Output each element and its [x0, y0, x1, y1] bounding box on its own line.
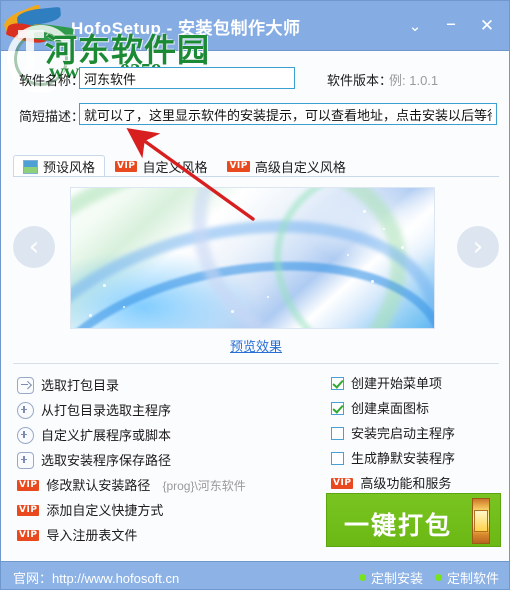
close-icon[interactable]: ✕ [471, 13, 503, 39]
option-select-package-dir[interactable]: 选取打包目录 [17, 373, 307, 398]
option-label: 生成静默安装程序 [351, 451, 456, 466]
style-tabs: 预设风格 VIP 自定义风格 VIP 高级自定义风格 [13, 153, 356, 177]
folder-arrow-icon [17, 377, 34, 394]
software-name-row: 软件名称： 软件版本： 例: 1.0.1 [1, 67, 509, 91]
circle-plus-icon [17, 427, 34, 444]
option-label: 自定义扩展程序或脚本 [41, 428, 172, 443]
minimize-icon[interactable]: – [435, 10, 467, 43]
preset-style-icon [23, 159, 38, 174]
status-bar: 官网：http://www.hofosoft.cn 定制安装 定制软件 [1, 561, 509, 589]
title-bar: HofoSetup - 安装包制作大师 ⌄ – ✕ [1, 1, 509, 51]
application-window: HofoSetup - 安装包制作大师 ⌄ – ✕ 河东软件园 www.pc03… [0, 0, 510, 590]
option-import-registry-file[interactable]: VIP 导入注册表文件 [17, 523, 307, 548]
green-dot-icon [435, 574, 442, 581]
default-install-path-value: {prog}\河东软件 [162, 479, 246, 493]
tab-divider [13, 176, 499, 177]
vip-badge-icon: VIP [227, 161, 250, 172]
packaging-options-list: 选取打包目录 从打包目录选取主程序 自定义扩展程序或脚本 选取安装程序保存路径 … [17, 373, 307, 548]
section-divider [13, 363, 499, 364]
option-label: 创建桌面图标 [351, 401, 430, 416]
checkbox-create-start-menu[interactable]: 创建开始菜单项 [331, 371, 501, 396]
option-label: 选取安装程序保存路径 [41, 453, 172, 468]
option-label: 安装完启动主程序 [351, 426, 456, 441]
option-label: 导入注册表文件 [46, 528, 138, 543]
gold-stripe-icon [472, 498, 490, 544]
option-modify-default-install-path[interactable]: VIP 修改默认安装路径 {prog}\河东软件 [17, 473, 307, 498]
tab-preset-style[interactable]: 预设风格 [13, 155, 106, 177]
option-label: 添加自定义快捷方式 [46, 503, 164, 518]
custom-install-link[interactable]: 定制安装 [359, 568, 423, 587]
short-description-input[interactable] [79, 103, 497, 125]
one-click-package-label: 一键打包 [343, 512, 452, 540]
custom-software-label: 定制软件 [447, 571, 500, 586]
vip-badge-icon: VIP [331, 478, 354, 489]
checkbox-silent-installer[interactable]: 生成静默安装程序 [331, 446, 501, 471]
custom-install-label: 定制安装 [371, 571, 424, 586]
one-click-package-button[interactable]: 一键打包 [326, 493, 501, 547]
window-title: HofoSetup - 安装包制作大师 [71, 19, 301, 38]
checkbox-icon[interactable] [331, 452, 344, 465]
software-name-input[interactable] [79, 67, 295, 89]
preview-effect-link[interactable]: 预览效果 [13, 336, 499, 355]
style-preview-image[interactable] [71, 188, 434, 328]
previous-style-button[interactable]: ‹ [13, 226, 55, 268]
next-style-button[interactable]: › [457, 226, 499, 268]
chevron-down-icon[interactable]: ⌄ [399, 13, 431, 39]
vip-badge-icon: VIP [17, 530, 40, 541]
tab-advanced-custom-style[interactable]: VIP 高级自定义风格 [217, 155, 355, 177]
vip-badge-icon: VIP [17, 480, 40, 491]
option-custom-extension-script[interactable]: 自定义扩展程序或脚本 [17, 423, 307, 448]
tab-label: 预设风格 [43, 160, 96, 175]
green-dot-icon [359, 574, 366, 581]
option-label: 从打包目录选取主程序 [41, 403, 172, 418]
checkbox-create-desktop-icon[interactable]: 创建桌面图标 [331, 396, 501, 421]
app-logo-icon [9, 11, 39, 41]
software-version-label: 软件版本： [327, 73, 393, 88]
option-label: 创建开始菜单项 [351, 376, 443, 391]
checkbox-icon[interactable] [331, 377, 344, 390]
circle-plus-icon [17, 402, 34, 419]
software-name-label: 软件名称： [19, 73, 85, 88]
tab-label: 高级自定义风格 [254, 160, 346, 175]
vip-badge-icon: VIP [115, 161, 138, 172]
option-label: 选取打包目录 [41, 378, 120, 393]
window-controls: ⌄ – ✕ [399, 13, 503, 39]
checkbox-run-after-install[interactable]: 安装完启动主程序 [331, 421, 501, 446]
official-site-label[interactable]: 官网：http://www.hofosoft.cn [13, 568, 179, 587]
option-add-custom-shortcut[interactable]: VIP 添加自定义快捷方式 [17, 498, 307, 523]
option-label: 高级功能和服务 [360, 476, 452, 491]
option-select-main-program[interactable]: 从打包目录选取主程序 [17, 398, 307, 423]
option-select-output-path[interactable]: 选取安装程序保存路径 [17, 448, 307, 473]
vip-badge-icon: VIP [17, 505, 40, 516]
checkbox-icon[interactable] [331, 427, 344, 440]
software-version-placeholder[interactable]: 例: 1.0.1 [389, 70, 438, 89]
tab-label: 自定义风格 [142, 160, 208, 175]
option-label: 修改默认安装路径 [46, 478, 151, 493]
checkbox-icon[interactable] [331, 402, 344, 415]
tab-custom-style[interactable]: VIP 自定义风格 [105, 155, 217, 177]
square-plus-icon [17, 452, 34, 469]
short-description-row: 简短描述： [1, 103, 509, 127]
install-options-list: 创建开始菜单项 创建桌面图标 安装完启动主程序 生成静默安装程序 VIP 高级功… [331, 371, 501, 496]
short-description-label: 简短描述： [19, 109, 85, 124]
preview-area: ‹ › 预览效果 [13, 186, 499, 354]
custom-software-link[interactable]: 定制软件 [435, 568, 499, 587]
